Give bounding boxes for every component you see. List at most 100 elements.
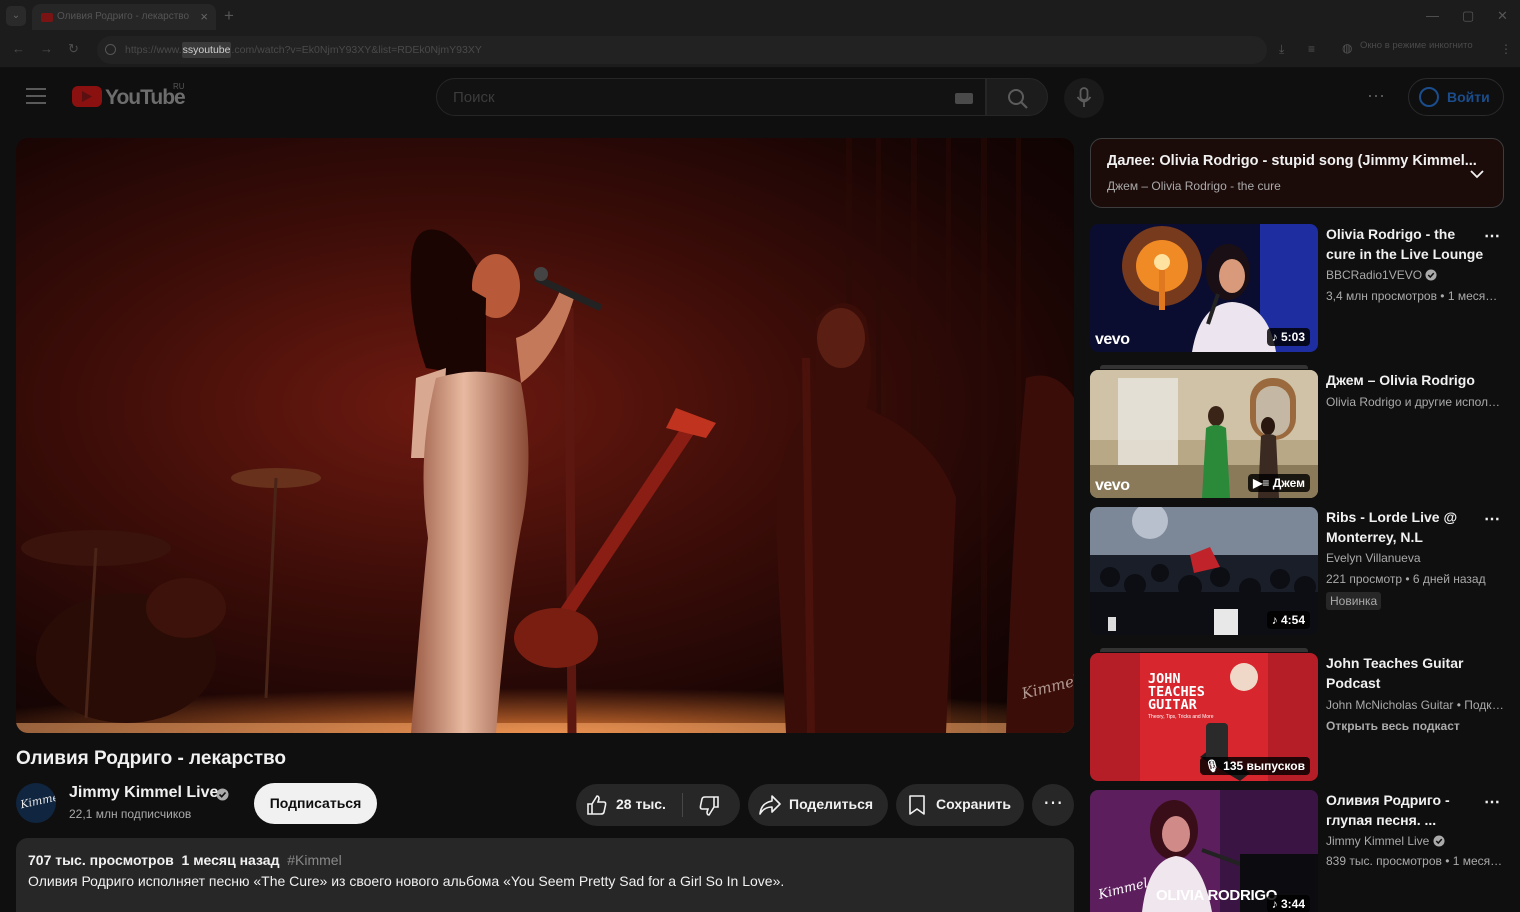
recommendation-title[interactable]: John Teaches Guitar Podcast [1326,653,1488,693]
recommendation-item[interactable]: ♪ 4:54 Ribs - Lorde Live @ Monterrey, N.… [1090,507,1520,637]
voice-search-button[interactable] [1064,78,1104,118]
download-icon[interactable]: ⤓ [1279,42,1284,57]
recommendation-channel: Jimmy Kimmel Live [1326,834,1445,848]
recommendation-title[interactable]: Olivia Rodrigo - the cure in the Live Lo… [1326,224,1488,264]
recommendation-title[interactable]: Оливия Родриго - глупая песня. ... [1326,790,1488,830]
video-title: Оливия Родриго - лекарство [16,748,287,769]
recommendation-meta: 3,4 млн просмотров • 1 месяц назад [1326,289,1504,303]
up-next-subtitle: Джем – Olivia Rodrigo - the cure [1107,179,1281,193]
back-icon[interactable]: ← [12,41,25,56]
view-count: 707 тыс. просмотров [28,852,174,868]
forward-icon[interactable]: → [40,41,53,56]
minimize-icon[interactable]: — [1426,8,1439,23]
video-thumbnail[interactable]: ♪ 4:54 [1090,507,1318,635]
youtube-favicon-icon [41,13,53,22]
window-close-icon[interactable]: ✕ [1497,8,1508,24]
bookmark-icon [909,795,925,815]
video-thumbnail[interactable]: vevo ♪ 5:03 [1090,224,1318,352]
podcast-thumb-tagline: Theory, Tips, Tricks and More [1148,714,1214,720]
vevo-logo: vevo [1095,477,1130,494]
region-code: RU [173,82,185,91]
browser-tab-bar: ⌄ Оливия Родриго - лекарство × + — ▢ ✕ [0,0,1520,32]
keyboard-icon[interactable] [955,93,973,104]
settings-dots-icon[interactable]: ⋯ [1367,86,1386,107]
description-meta: 707 тыс. просмотров 1 месяц назад #Kimme… [28,852,342,868]
tab-title: Оливия Родриго - лекарство [57,11,190,22]
search-input[interactable]: Поиск [436,78,986,116]
share-label: Поделиться [789,796,874,812]
hashtag-link[interactable]: #Kimmel [287,852,341,868]
channel-name[interactable]: Jimmy Kimmel Live [69,784,218,802]
duration-badge: ♪ 3:44 [1266,895,1310,912]
guide-menu-icon[interactable] [26,88,46,104]
media-icon[interactable]: ≡ [1308,42,1315,56]
reload-icon[interactable]: ↻ [68,41,79,57]
up-next-panel[interactable]: Далее: Olivia Rodrigo - stupid song (Jim… [1090,138,1504,208]
new-tab-icon[interactable]: + [224,6,234,26]
video-frame [16,138,1074,733]
youtube-logo-icon[interactable] [72,86,102,107]
verified-icon [1433,835,1445,847]
more-actions-icon[interactable]: ⋯ [1032,784,1074,826]
like-dislike-group: 28 тыс. [576,784,740,826]
microphone-icon [1076,87,1092,107]
chevron-down-icon[interactable] [1469,166,1485,182]
recommendation-title[interactable]: Ribs - Lorde Live @ Monterrey, N.L [1326,507,1488,547]
podcast-thumb-title: JOHN TEACHES GUITAR [1148,671,1205,713]
share-button[interactable]: Поделиться [748,784,888,826]
description-text: Оливия Родриго исполняет песню «The Cure… [28,873,785,889]
more-options-icon[interactable]: ⋯ [1484,509,1500,529]
login-button[interactable]: Войти [1408,78,1504,116]
recommendation-meta: 839 тыс. просмотров • 1 месяц назад [1326,854,1504,868]
recommendation-meta: 221 просмотр • 6 дней назад [1326,572,1486,586]
description-box[interactable]: 707 тыс. просмотров 1 месяц назад #Kimme… [16,838,1074,912]
tab-search-icon[interactable]: ⌄ [6,6,26,26]
subscribe-button[interactable]: Подписаться [254,783,377,824]
up-next-title: Далее: Olivia Rodrigo - stupid song (Jim… [1107,153,1477,169]
new-badge: Новинка [1326,592,1382,610]
video-player[interactable]: Kimmel [16,138,1074,733]
recommendation-channel: Olivia Rodrigo и другие исполнители [1326,395,1504,409]
episodes-badge: 🎙 135 выпусков [1199,757,1310,775]
recommendation-item[interactable]: Kimmel OLIVIA RODRIGO ♪ 3:44 Оливия Родр… [1090,790,1520,912]
incognito-label[interactable]: Окно в режиме инкогнито [1360,40,1473,51]
vevo-logo: vevo [1095,331,1130,348]
thumbs-up-icon [587,795,607,815]
browser-tab[interactable]: Оливия Родриго - лекарство × [32,4,216,30]
more-options-icon[interactable]: ⋯ [1484,792,1500,812]
address-bar[interactable]: https://www.ssyoutube.com/watch?v=Ek0Njm… [97,36,1267,64]
recommendation-item[interactable]: vevo ▶≡ Джем Джем – Olivia Rodrigo Olivi… [1090,365,1520,500]
recommendation-channel: Evelyn Villanueva [1326,551,1421,565]
login-label: Войти [1447,89,1490,105]
recommendation-title[interactable]: Джем – Olivia Rodrigo [1326,370,1488,390]
podcast-thumbnail[interactable]: JOHN TEACHES GUITAR Theory, Tips, Tricks… [1090,653,1318,781]
maximize-icon[interactable]: ▢ [1462,8,1474,24]
url-highlight: ssyoutube [181,42,232,58]
youtube-masthead: YouTube RU Поиск ⋯ Войти [0,68,1520,136]
mix-badge: ▶≡ Джем [1248,474,1310,492]
verified-icon [216,788,229,801]
browser-menu-icon[interactable]: ⋮ [1500,42,1512,56]
share-icon [759,795,781,815]
tab-close-icon[interactable]: × [200,9,208,24]
site-info-icon[interactable] [105,44,116,55]
duration-badge: ♪ 4:54 [1266,611,1310,629]
thumbs-down-icon[interactable] [698,795,720,817]
account-icon [1419,87,1439,107]
duration-badge: ♪ 5:03 [1266,328,1310,346]
save-button[interactable]: Сохранить [896,784,1024,826]
recommendation-item[interactable]: vevo ♪ 5:03 Olivia Rodrigo - the cure in… [1090,224,1520,354]
recommendation-item[interactable]: JOHN TEACHES GUITAR Theory, Tips, Tricks… [1090,648,1520,783]
open-podcast-link[interactable]: Открыть весь подкаст [1326,719,1460,733]
incognito-icon: ◍ [1342,41,1353,55]
video-thumbnail[interactable]: Kimmel OLIVIA RODRIGO ♪ 3:44 [1090,790,1318,912]
playlist-stack [1100,648,1308,652]
upload-date: 1 месяц назад [181,852,280,868]
more-options-icon[interactable]: ⋯ [1484,226,1500,246]
channel-avatar[interactable]: Kimmel [16,783,56,823]
video-thumbnail[interactable]: vevo ▶≡ Джем [1090,370,1318,498]
like-separator [682,793,683,817]
search-placeholder: Поиск [453,89,495,106]
search-button[interactable] [986,78,1048,116]
verified-icon [1425,269,1437,281]
